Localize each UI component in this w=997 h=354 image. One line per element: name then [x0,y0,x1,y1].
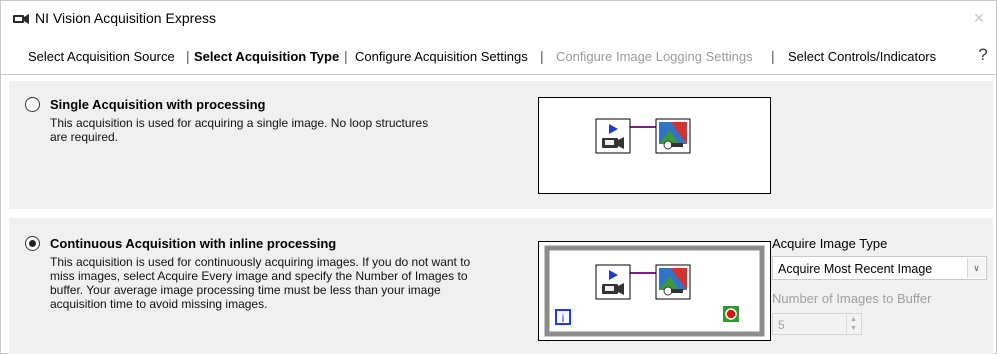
image-processing-icon [655,118,691,154]
continuous-acquisition-description: This acquisition is used for continuousl… [50,255,471,311]
window-title: NI Vision Acquisition Express [35,10,217,26]
tab-configure-acquisition-settings[interactable]: Configure Acquisition Settings [355,49,528,64]
single-acquisition-panel: Single Acquisition with processing This … [9,81,993,209]
iteration-terminal-icon: i [555,309,571,325]
step-navigation: Select Acquisition Source | Select Acqui… [1,35,996,75]
close-button[interactable]: × [962,1,996,35]
images-to-buffer-label: Number of Images to Buffer [772,291,932,306]
single-acquisition-radio[interactable] [25,97,40,112]
single-acquisition-block-diagram [595,118,691,154]
single-acquisition-diagram [538,97,771,194]
tab-select-controls-indicators[interactable]: Select Controls/Indicators [788,49,936,64]
tab-configure-image-logging-settings: Configure Image Logging Settings [556,49,753,64]
camera-icon [13,14,29,24]
tab-separator: | [344,48,348,64]
tab-select-acquisition-source[interactable]: Select Acquisition Source [28,49,175,64]
single-acquisition-title: Single Acquisition with processing [50,97,266,112]
continuous-acquisition-block-diagram: i [544,245,765,337]
acquire-camera-icon [595,118,631,154]
images-to-buffer-value: 5 [778,318,785,332]
help-button[interactable]: ? [974,45,992,67]
title-bar: NI Vision Acquisition Express × [1,1,996,35]
acquire-camera-icon [595,264,631,300]
acquire-image-type-value: Acquire Most Recent Image [778,262,933,276]
continuous-acquisition-panel: Continuous Acquisition with inline proce… [9,218,993,354]
tab-select-acquisition-type[interactable]: Select Acquisition Type [194,49,339,64]
iteration-label: i [562,311,565,325]
tab-separator: | [771,48,775,64]
stepper-arrows-icon: ▲ ▼ [846,315,860,333]
help-icon: ? [978,45,988,64]
acquire-image-type-label: Acquire Image Type [772,236,888,251]
chevron-down-icon[interactable]: ∨ [967,258,985,278]
image-processing-icon [655,264,691,300]
loop-stop-icon [723,306,739,322]
acquire-image-type-select[interactable]: Acquire Most Recent Image ∨ [772,256,987,280]
continuous-acquisition-radio[interactable] [25,236,40,251]
acquisition-express-window: NI Vision Acquisition Express × Select A… [0,0,997,354]
continuous-acquisition-title: Continuous Acquisition with inline proce… [50,236,337,251]
tab-separator: | [186,48,190,64]
single-acquisition-description: This acquisition is used for acquiring a… [50,116,429,144]
continuous-acquisition-diagram: i [538,241,771,341]
tab-separator: | [540,48,544,64]
images-to-buffer-stepper: 5 ▲ ▼ [772,313,862,335]
close-icon: × [973,8,985,28]
